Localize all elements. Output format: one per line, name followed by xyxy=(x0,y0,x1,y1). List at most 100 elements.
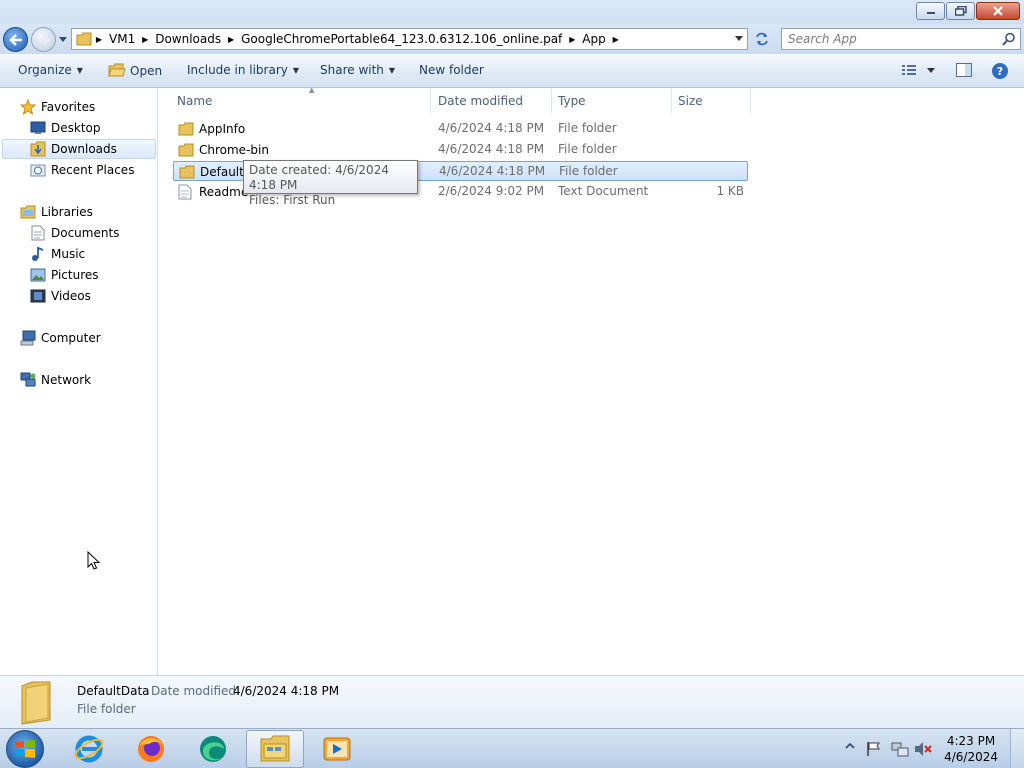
file-name-cell: DefaultD xyxy=(179,164,253,180)
file-row-chrome-bin[interactable]: Chrome-bin 4/6/2024 4:18 PM File folder xyxy=(173,140,748,160)
breadcrumb-separator[interactable]: ▶ xyxy=(138,35,152,44)
breadcrumb-separator[interactable]: ▶ xyxy=(609,35,623,44)
videos-icon xyxy=(30,288,46,304)
breadcrumb-separator[interactable]: ▶ xyxy=(565,35,579,44)
refresh-button[interactable] xyxy=(750,28,774,50)
file-type: File folder xyxy=(558,142,617,156)
breadcrumb-separator[interactable]: ▶ xyxy=(224,35,238,44)
details-name: DefaultData xyxy=(77,684,150,698)
media-player-icon xyxy=(323,737,351,761)
folder-icon xyxy=(179,164,195,180)
column-header-name[interactable]: Name ▲ xyxy=(171,86,431,113)
star-icon xyxy=(20,99,36,115)
breadcrumb-downloads[interactable]: Downloads xyxy=(152,32,224,46)
clock-time: 4:23 PM xyxy=(946,734,996,748)
breadcrumb-vm1[interactable]: VM1 xyxy=(106,32,138,46)
file-date: 4/6/2024 4:18 PM xyxy=(438,121,545,135)
taskbar-edge[interactable] xyxy=(184,730,242,768)
help-button[interactable]: ? xyxy=(991,62,1009,83)
folder-icon xyxy=(76,32,92,46)
address-history-dropdown[interactable] xyxy=(735,36,743,42)
forward-button[interactable] xyxy=(31,27,56,52)
nav-libraries[interactable]: Libraries xyxy=(20,202,93,222)
open-folder-icon xyxy=(108,63,126,77)
recent-places-icon xyxy=(30,162,46,178)
nav-network[interactable]: Network xyxy=(20,370,91,390)
expand-favorites[interactable] xyxy=(8,103,16,111)
taskbar-internet-explorer[interactable] xyxy=(60,730,118,768)
nav-computer[interactable]: Computer xyxy=(20,328,101,348)
preview-pane-button[interactable] xyxy=(955,62,973,81)
file-name: Readme xyxy=(199,185,249,199)
taskbar-firefox[interactable] xyxy=(122,730,180,768)
view-list-icon xyxy=(902,65,935,75)
back-button[interactable] xyxy=(3,27,28,52)
nav-recent-places[interactable]: Recent Places xyxy=(30,160,134,180)
details-type: File folder xyxy=(77,702,136,716)
network-status-icon[interactable] xyxy=(891,741,909,757)
search-input[interactable] xyxy=(782,29,992,49)
breadcrumb-package[interactable]: GoogleChromePortable64_123.0.6312.106_on… xyxy=(238,32,565,46)
expand-computer[interactable] xyxy=(8,334,16,342)
minimize-button[interactable] xyxy=(916,2,945,20)
details-pane: DefaultData Date modified: 4/6/2024 4:18… xyxy=(0,675,1024,728)
change-view-button[interactable] xyxy=(900,62,938,81)
column-size-label: Size xyxy=(678,93,703,108)
restore-button[interactable] xyxy=(946,2,975,20)
breadcrumb-app[interactable]: App xyxy=(579,32,608,46)
nav-favorites[interactable]: Favorites xyxy=(20,97,95,117)
nav-favorites-label: Favorites xyxy=(41,100,96,114)
organize-button[interactable]: Organize ▼ xyxy=(18,63,83,77)
search-box[interactable] xyxy=(781,28,1021,50)
include-in-library-button[interactable]: Include in library ▼ xyxy=(187,63,299,77)
minimize-icon xyxy=(926,12,935,14)
file-date: 2/6/2024 9:02 PM xyxy=(438,184,545,198)
tooltip-files: Files: First Run xyxy=(249,193,336,207)
chevron-down-icon: ▼ xyxy=(388,65,396,75)
close-button[interactable] xyxy=(976,2,1020,20)
address-bar[interactable]: ▶ VM1 ▶ Downloads ▶ GoogleChromePortable… xyxy=(71,28,748,50)
nav-downloads-label: Downloads xyxy=(51,142,117,156)
expand-libraries[interactable] xyxy=(8,208,16,216)
recent-pages-dropdown[interactable] xyxy=(58,34,68,44)
expand-network[interactable] xyxy=(8,376,16,384)
computer-icon xyxy=(20,330,36,346)
show-hidden-icons[interactable] xyxy=(845,741,855,751)
windows-logo-icon xyxy=(15,740,35,758)
breadcrumb-separator[interactable]: ▶ xyxy=(92,35,106,44)
edge-icon xyxy=(200,736,226,762)
folder-icon xyxy=(178,121,194,137)
address-row: ▶ VM1 ▶ Downloads ▶ GoogleChromePortable… xyxy=(0,24,1024,54)
column-header-date-modified[interactable]: Date modified xyxy=(432,88,552,113)
column-header-type[interactable]: Type xyxy=(552,88,672,113)
music-icon xyxy=(30,246,46,262)
action-center-flag-icon[interactable] xyxy=(866,741,882,757)
nav-videos[interactable]: Videos xyxy=(30,286,91,306)
nav-videos-label: Videos xyxy=(51,289,91,303)
system-clock[interactable]: 4:23 PM 4/6/2024 xyxy=(944,733,998,765)
share-with-button[interactable]: Share with ▼ xyxy=(320,63,395,77)
taskbar-media-player[interactable] xyxy=(308,730,366,768)
nav-music[interactable]: Music xyxy=(30,244,85,264)
volume-muted-icon[interactable] xyxy=(914,741,932,757)
file-size: 1 KB xyxy=(716,184,744,198)
file-row-appinfo[interactable]: AppInfo 4/6/2024 4:18 PM File folder xyxy=(173,119,748,139)
show-desktop-button[interactable] xyxy=(1010,729,1024,768)
open-button[interactable]: Open xyxy=(108,63,162,78)
new-folder-label: New folder xyxy=(419,63,484,77)
column-header-size[interactable]: Size xyxy=(672,88,751,113)
nav-downloads[interactable]: Downloads xyxy=(30,139,117,159)
new-folder-button[interactable]: New folder xyxy=(419,63,484,77)
internet-explorer-icon xyxy=(74,735,104,763)
command-bar: Organize ▼ Open Include in library ▼ Share… xyxy=(0,54,1024,88)
taskbar-file-explorer[interactable] xyxy=(246,730,304,768)
search-icon[interactable] xyxy=(1002,32,1016,46)
nav-pictures[interactable]: Pictures xyxy=(30,265,99,285)
svg-text:?: ? xyxy=(997,65,1003,78)
column-date-label: Date modified xyxy=(438,93,524,108)
nav-desktop[interactable]: Desktop xyxy=(30,118,101,138)
sort-ascending-icon: ▲ xyxy=(309,86,315,94)
firefox-icon xyxy=(138,736,164,762)
nav-documents[interactable]: Documents xyxy=(30,223,119,243)
start-button[interactable] xyxy=(6,730,44,768)
